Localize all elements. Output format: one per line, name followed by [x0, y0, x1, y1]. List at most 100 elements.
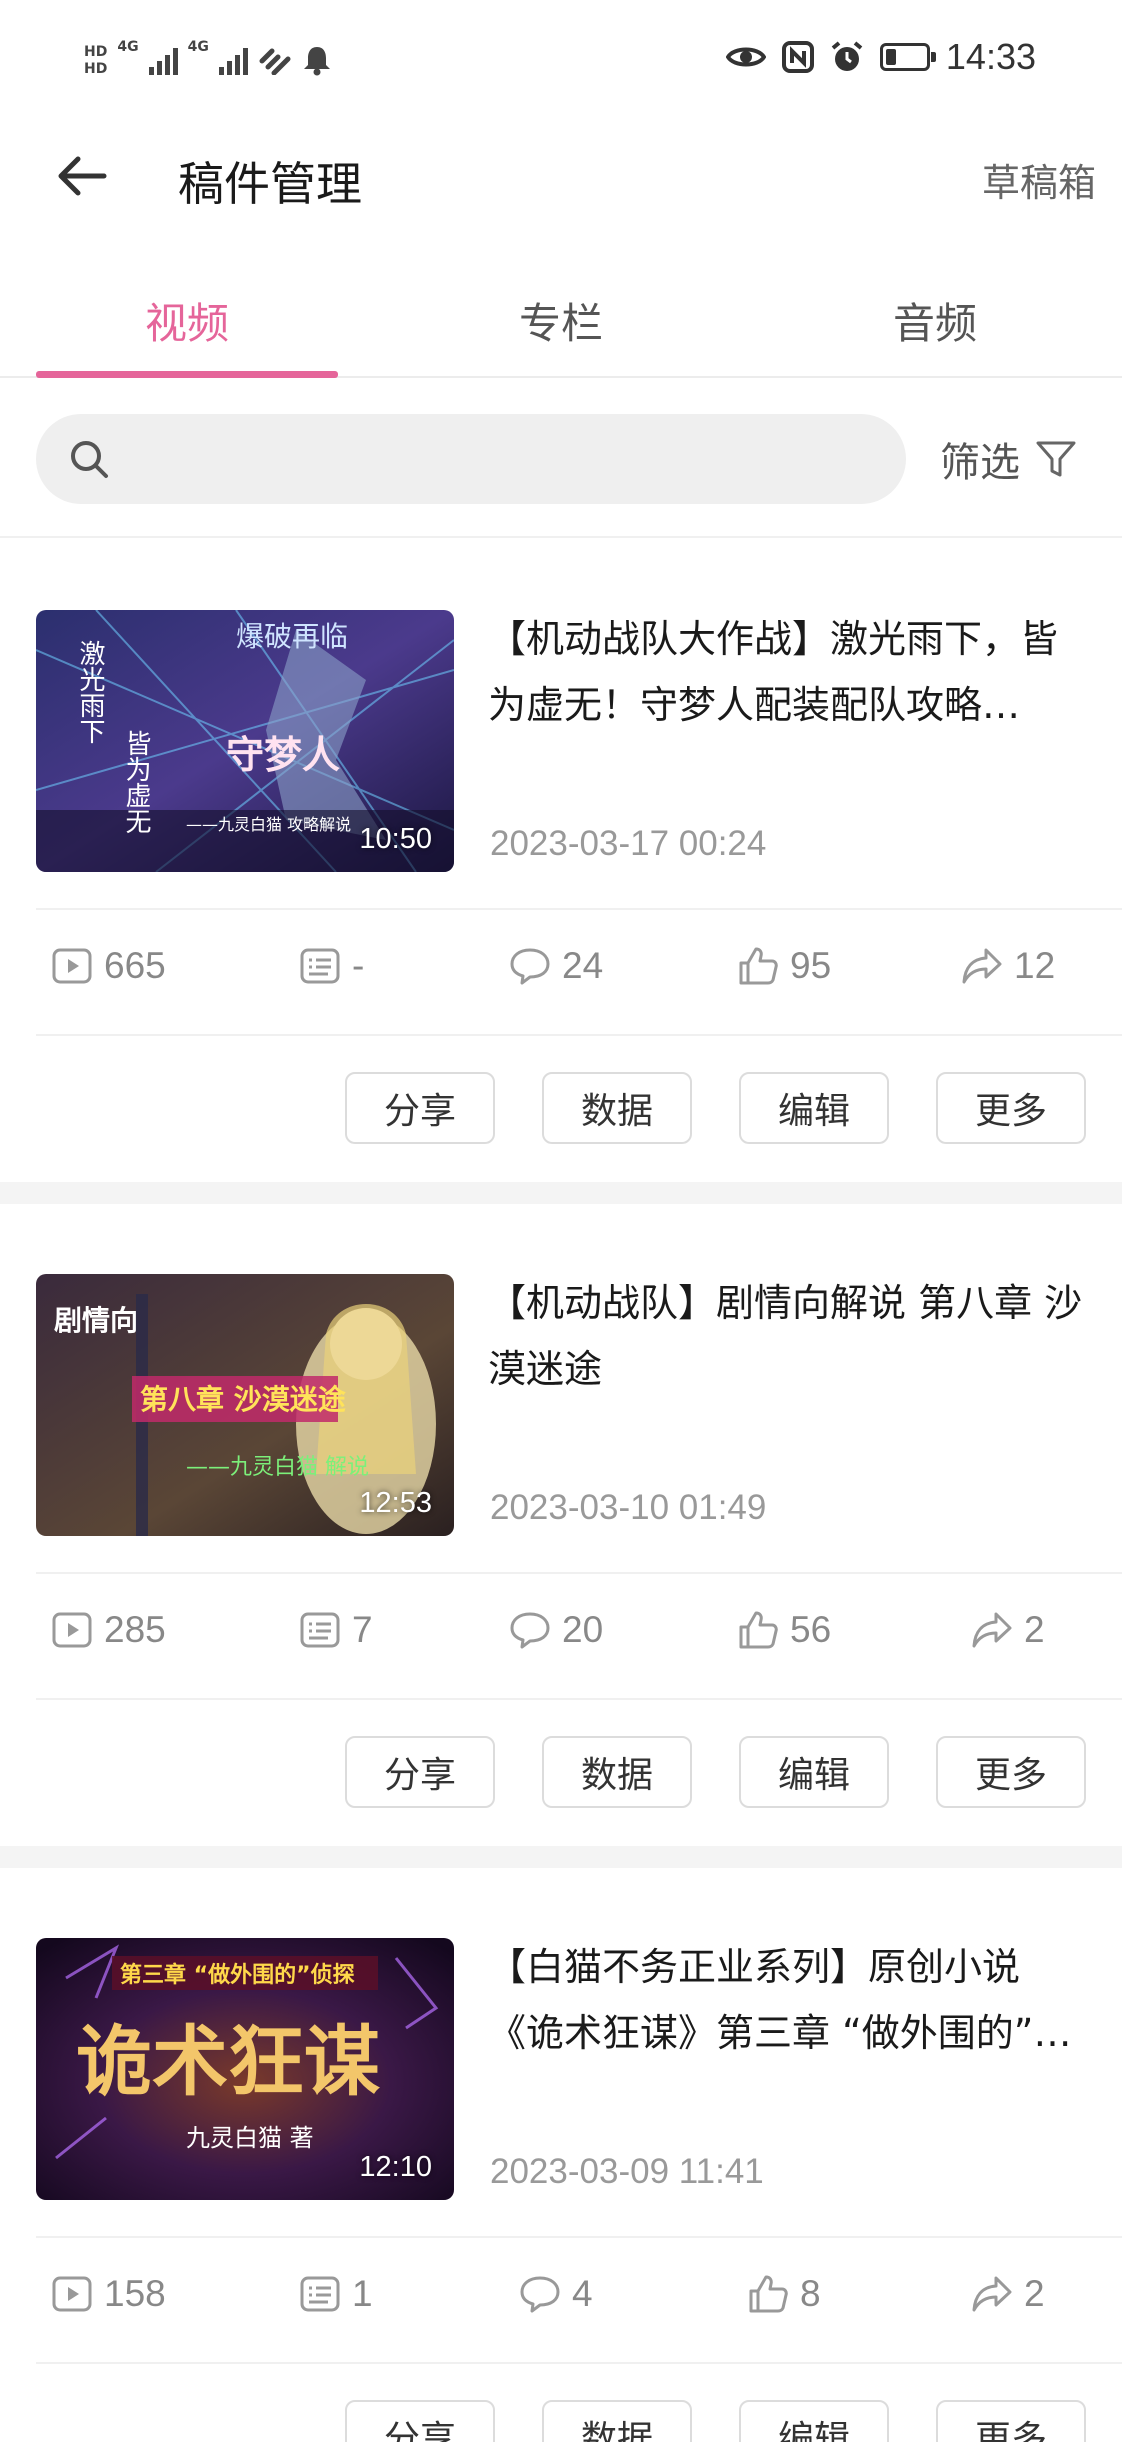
play-count-icon — [52, 948, 92, 984]
tab-column[interactable]: 专栏 — [461, 290, 661, 351]
hd-label: HD — [84, 60, 108, 77]
card-separator — [0, 1182, 1122, 1204]
video-title[interactable]: 【机动战队大作战】激光雨下，皆为虚无！守梦人配装配队攻略… — [488, 606, 1092, 738]
video-duration: 12:53 — [359, 1487, 432, 1519]
video-title[interactable]: 【白猫不务正业系列】原创小说《诡术狂谋》第三章 “做外围的”… — [488, 1934, 1092, 2066]
divider — [36, 1698, 1122, 1700]
battery-icon — [879, 43, 936, 71]
network-type-label: 4G — [117, 39, 139, 55]
drafts-button[interactable]: 草稿箱 — [982, 152, 1096, 207]
bell-icon — [303, 47, 330, 76]
danmaku-count: 7 — [352, 1609, 373, 1650]
shares-stat: 12 — [960, 944, 1055, 988]
views-stat: 665 — [50, 944, 166, 988]
play-count-icon — [52, 2276, 92, 2312]
thumb-text: 第三章 “做外围的”侦探 — [120, 1962, 355, 1988]
data-button[interactable]: 数据 — [542, 2400, 692, 2442]
video-actions: 分享 数据 编辑 更多 — [0, 1072, 1122, 1146]
share-button[interactable]: 分享 — [345, 1072, 495, 1144]
more-button[interactable]: 更多 — [936, 1736, 1086, 1808]
video-date: 2023-03-09 11:41 — [490, 2152, 764, 2191]
comments-stat: 20 — [508, 1608, 603, 1652]
search-icon — [71, 441, 108, 478]
divider — [36, 2362, 1122, 2364]
status-bar: HD HD 4G 4G 14:33 — [0, 0, 1122, 120]
thumb-text: 剧情向 — [54, 1304, 138, 1337]
video-stats: 285 7 20 56 2 — [36, 1572, 1086, 1698]
search-row: 筛选 — [0, 378, 1122, 538]
app-header: 稿件管理 草稿箱 — [0, 120, 1122, 230]
edit-button[interactable]: 编辑 — [739, 1736, 889, 1808]
nfc-icon — [781, 41, 814, 73]
comment-icon — [520, 2276, 560, 2313]
thumb-text: 守梦人 — [226, 733, 340, 777]
likes-count: 8 — [800, 2273, 821, 2314]
card-separator — [0, 1846, 1122, 1868]
page-title: 稿件管理 — [178, 158, 362, 210]
danmaku-icon — [300, 2276, 340, 2312]
comments-count: 4 — [572, 2273, 593, 2314]
comments-stat: 4 — [518, 2272, 593, 2316]
danmaku-count: - — [352, 945, 365, 986]
divider — [36, 1034, 1122, 1036]
more-button[interactable]: 更多 — [936, 2400, 1086, 2442]
play-count-icon — [52, 1612, 92, 1648]
tab-video[interactable]: 视频 — [87, 290, 287, 351]
back-button[interactable] — [52, 146, 112, 206]
thumb-text: 九灵白猫 著 — [186, 2124, 314, 2152]
danmaku-stat: 7 — [298, 1608, 373, 1652]
danmaku-stat: - — [298, 944, 364, 988]
share-icon — [962, 948, 1002, 984]
views-stat: 158 — [50, 2272, 166, 2316]
hotspot-icon — [259, 48, 291, 75]
back-arrow-icon — [58, 156, 107, 196]
signal-icon — [148, 45, 178, 75]
video-date: 2023-03-17 00:24 — [490, 824, 767, 863]
video-thumbnail[interactable]: 剧情向 第八章 沙漠迷途 ——九灵白猫 解说 12:53 — [36, 1274, 454, 1536]
thumb-text: 诡术狂谋 — [76, 2017, 380, 2106]
views-count: 665 — [104, 945, 166, 986]
comments-count: 20 — [562, 1609, 604, 1650]
shares-stat: 2 — [970, 1608, 1045, 1652]
video-thumbnail[interactable]: 第三章 “做外围的”侦探 诡术狂谋 九灵白猫 著 12:10 — [36, 1938, 454, 2200]
video-duration: 10:50 — [359, 823, 432, 855]
share-icon — [972, 1612, 1012, 1648]
video-date: 2023-03-10 01:49 — [490, 1488, 767, 1527]
share-icon — [972, 2276, 1012, 2312]
likes-stat: 56 — [736, 1608, 831, 1652]
shares-stat: 2 — [970, 2272, 1045, 2316]
video-actions: 分享 数据 编辑 更多 — [0, 2400, 1122, 2442]
likes-count: 95 — [790, 945, 832, 986]
likes-count: 56 — [790, 1609, 832, 1650]
thumb-text: ——九灵白猫 攻略解说 — [186, 815, 351, 834]
data-button[interactable]: 数据 — [542, 1736, 692, 1808]
alarm-icon — [831, 41, 863, 71]
comment-icon — [510, 1612, 550, 1649]
data-button[interactable]: 数据 — [542, 1072, 692, 1144]
tab-audio[interactable]: 音频 — [835, 290, 1035, 351]
more-button[interactable]: 更多 — [936, 1072, 1086, 1144]
danmaku-icon — [300, 948, 340, 984]
share-button[interactable]: 分享 — [345, 1736, 495, 1808]
network-type-label: 4G — [187, 39, 209, 55]
filter-button[interactable]: 筛选 — [940, 430, 1078, 488]
video-stats: 158 1 4 8 2 — [36, 2236, 1086, 2362]
views-count: 285 — [104, 1609, 166, 1650]
thumb-text: 皆为虚无 — [121, 730, 151, 834]
video-title[interactable]: 【机动战队】剧情向解说 第八章 沙漠迷途 — [488, 1270, 1092, 1402]
views-count: 158 — [104, 2273, 166, 2314]
search-input[interactable] — [36, 414, 906, 504]
share-button[interactable]: 分享 — [345, 2400, 495, 2442]
status-bar-right: 14:33 — [725, 32, 1036, 82]
thumb-text: 爆破再临 — [236, 620, 348, 653]
video-thumbnail[interactable]: 激光雨下 皆为虚无 爆破再临 守梦人 ——九灵白猫 攻略解说 10:50 — [36, 610, 454, 872]
comments-stat: 24 — [508, 944, 603, 988]
video-card: 激光雨下 皆为虚无 爆破再临 守梦人 ——九灵白猫 攻略解说 10:50 【机动… — [0, 540, 1122, 1182]
status-time: 14:33 — [945, 36, 1036, 77]
comment-icon — [510, 948, 550, 985]
thumb-text: ——九灵白猫 解说 — [186, 1455, 369, 1480]
edit-button[interactable]: 编辑 — [739, 1072, 889, 1144]
edit-button[interactable]: 编辑 — [739, 2400, 889, 2442]
active-tab-indicator — [36, 371, 338, 378]
shares-count: 2 — [1024, 1609, 1045, 1650]
